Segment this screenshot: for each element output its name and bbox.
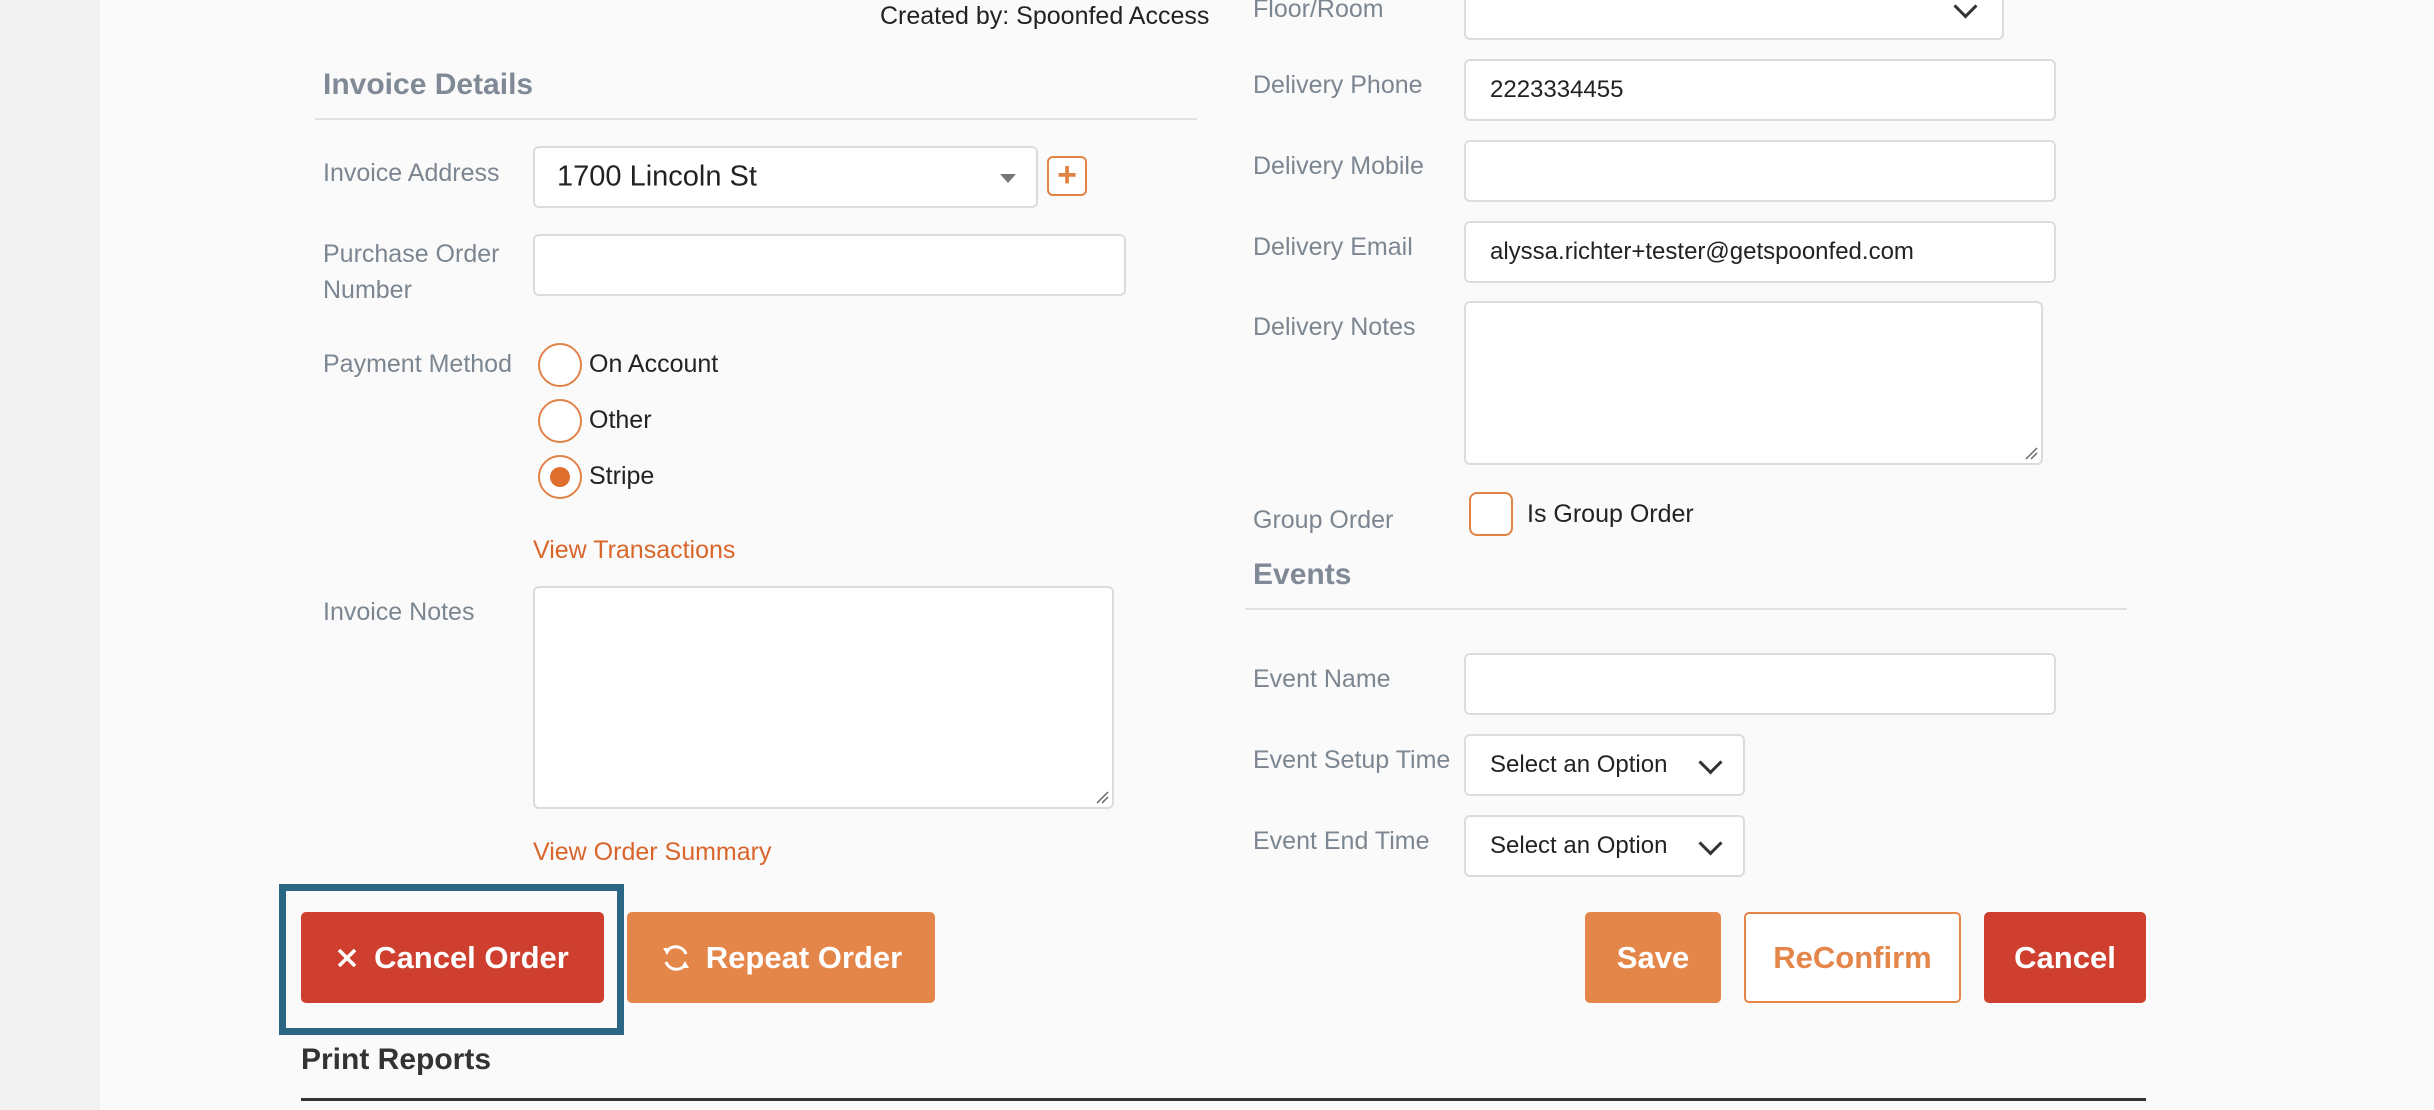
po-number-label-line2: Number [323,276,412,304]
event-setup-time-select[interactable]: Select an Option [1464,734,1745,796]
floor-room-label: Floor/Room [1253,0,1384,23]
radio-on-account-label[interactable]: On Account [589,350,718,379]
invoice-details-title: Invoice Details [323,68,534,101]
chevron-down-icon [1953,0,1978,19]
invoice-section-divider [315,118,1197,120]
delivery-notes-label: Delivery Notes [1253,313,1416,341]
event-name-input[interactable] [1464,653,2056,715]
event-end-time-value: Select an Option [1490,832,1668,859]
event-setup-time-label: Event Setup Time [1253,746,1451,774]
payment-method-label: Payment Method [323,350,512,378]
delivery-phone-value: 2223334455 [1490,76,1624,103]
events-title: Events [1253,558,1352,591]
cancel-order-button[interactable]: Cancel Order [301,912,604,1003]
cancel-order-label: Cancel Order [374,939,569,975]
radio-other[interactable] [538,399,582,443]
delivery-mobile-label: Delivery Mobile [1253,152,1424,180]
resize-grip-icon[interactable] [1095,790,1109,804]
radio-on-account[interactable] [538,343,582,387]
delivery-email-value: alyssa.richter+tester@getspoonfed.com [1490,238,1914,265]
repeat-order-button[interactable]: Repeat Order [627,912,935,1003]
cancel-label: Cancel [2014,939,2116,975]
close-icon [337,948,357,967]
radio-selected-dot [550,467,570,487]
reconfirm-label: ReConfirm [1773,939,1932,975]
resize-grip-icon[interactable] [2024,446,2038,460]
floor-room-select[interactable] [1464,0,2004,40]
chevron-down-icon [1698,831,1723,856]
caret-down-icon [1000,174,1016,183]
radio-stripe-label[interactable]: Stripe [589,462,654,491]
invoice-address-select[interactable]: 1700 Lincoln St [533,146,1038,208]
save-button[interactable]: Save [1585,912,1721,1003]
group-order-checkbox[interactable] [1469,492,1513,536]
invoice-notes-label: Invoice Notes [323,598,475,626]
cancel-button[interactable]: Cancel [1984,912,2146,1003]
radio-stripe[interactable] [538,455,582,499]
event-end-time-select[interactable]: Select an Option [1464,815,1745,877]
plus-icon: + [1057,156,1077,194]
delivery-email-input[interactable]: alyssa.richter+tester@getspoonfed.com [1464,221,2056,283]
left-background-strip [0,0,100,1110]
created-by-text: Created by: Spoonfed Access [880,2,1210,30]
reconfirm-button[interactable]: ReConfirm [1744,912,1961,1003]
events-section-divider [1245,608,2127,610]
invoice-address-label: Invoice Address [323,159,500,187]
invoice-notes-textarea[interactable] [533,586,1114,809]
refresh-icon [662,944,689,971]
delivery-notes-textarea[interactable] [1464,301,2043,465]
save-label: Save [1616,939,1690,975]
po-number-input[interactable] [533,234,1126,296]
print-reports-title: Print Reports [301,1043,492,1076]
repeat-order-label: Repeat Order [705,939,903,975]
group-order-label: Group Order [1253,506,1394,534]
delivery-phone-input[interactable]: 2223334455 [1464,59,2056,121]
invoice-address-value: 1700 Lincoln St [557,160,757,193]
event-name-label: Event Name [1253,665,1391,693]
print-reports-divider [301,1098,2146,1101]
delivery-phone-label: Delivery Phone [1253,71,1423,99]
add-address-button[interactable]: + [1047,156,1087,196]
delivery-mobile-input[interactable] [1464,140,2056,202]
event-end-time-label: Event End Time [1253,827,1430,855]
view-order-summary-link[interactable]: View Order Summary [533,838,772,867]
view-transactions-link[interactable]: View Transactions [533,536,735,565]
group-order-checkbox-label[interactable]: Is Group Order [1527,500,1694,529]
event-setup-time-value: Select an Option [1490,751,1668,778]
radio-other-label[interactable]: Other [589,406,652,435]
chevron-down-icon [1698,750,1723,775]
po-number-label-line1: Purchase Order [323,240,500,268]
delivery-email-label: Delivery Email [1253,233,1413,261]
